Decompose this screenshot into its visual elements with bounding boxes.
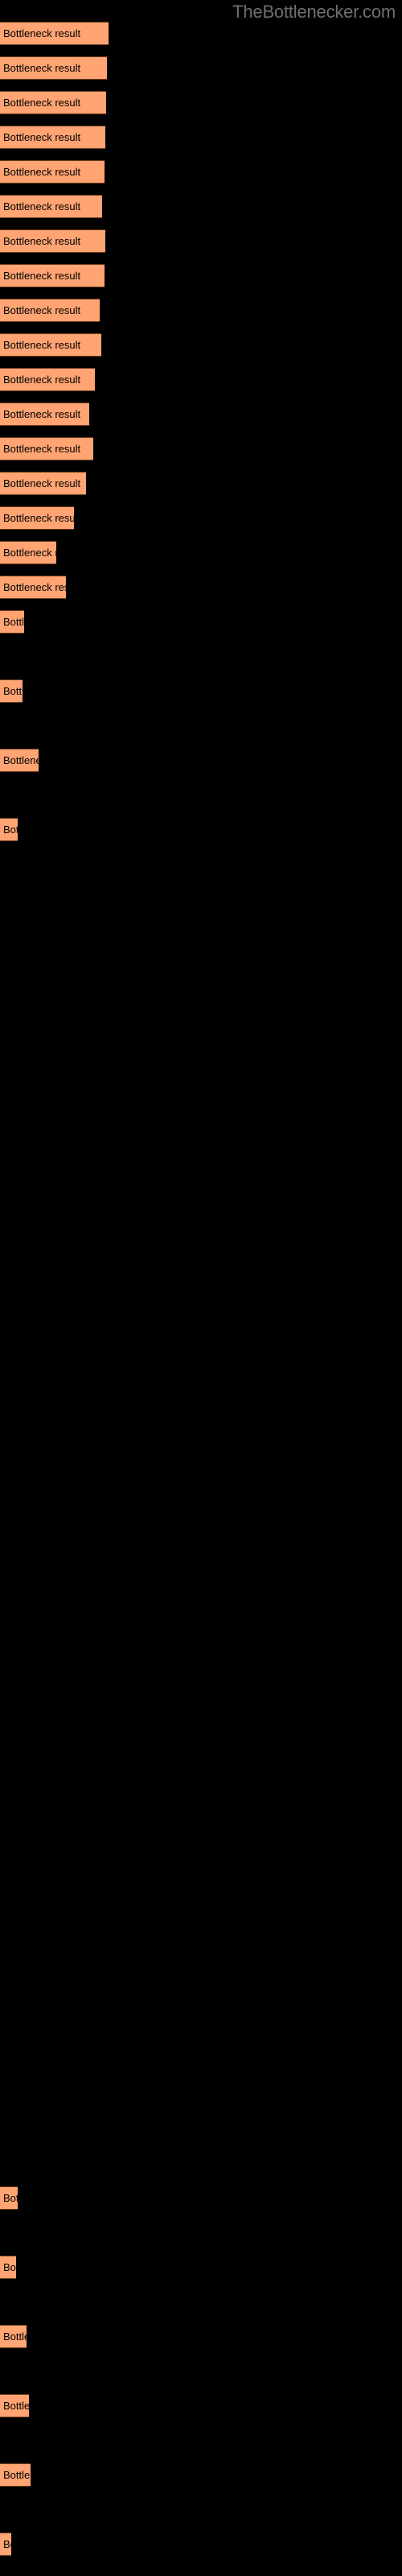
bar-item: Bottleneck result bbox=[0, 818, 18, 841]
bar-item: Bottleneck result bbox=[0, 541, 56, 564]
bar-label: Bottleneck result bbox=[3, 270, 81, 282]
bar-label: Bottleneck result bbox=[3, 2538, 11, 2550]
bar-label: Bottleneck result bbox=[3, 685, 23, 697]
bar-item: Bottleneck result bbox=[0, 56, 107, 80]
bar-series-layer: Bottleneck result Bottleneck result Bottle… bbox=[0, 0, 402, 2576]
bar-label: Bottleneck result bbox=[3, 581, 66, 593]
bar-item: Bottleneck result bbox=[0, 402, 89, 426]
bar-label: Bottleneck result bbox=[3, 824, 18, 836]
bar-item: Bottleneck result bbox=[0, 22, 109, 45]
bar-label: Bottleneck result bbox=[3, 166, 81, 178]
bar-item: Bottleneck result bbox=[0, 126, 105, 149]
bar-label: Bottleneck result bbox=[3, 27, 81, 39]
bar-item: Bottleneck result bbox=[0, 2533, 11, 2556]
bar-item: Bottleneck result bbox=[0, 576, 66, 599]
bar-label: Bottleneck result bbox=[3, 616, 24, 628]
bar-label: Bottleneck result bbox=[3, 754, 39, 766]
bar-label: Bottleneck result bbox=[3, 2400, 29, 2412]
bar-item: Bottleneck result bbox=[0, 610, 24, 634]
bar-label: Bottleneck result bbox=[3, 235, 81, 247]
bar-item: Bottleneck result bbox=[0, 2463, 31, 2487]
bar-label: Bottleneck result bbox=[3, 200, 81, 213]
bar-item: Bottleneck result bbox=[0, 2186, 18, 2210]
bar-item: Bottleneck result bbox=[0, 229, 105, 253]
bar-label: Bottleneck result bbox=[3, 547, 56, 559]
bar-label: Bottleneck result bbox=[3, 304, 81, 316]
bar-item: Bottleneck result bbox=[0, 91, 106, 114]
bar-item: Bottleneck result bbox=[0, 472, 86, 495]
bar-item: Bottleneck result bbox=[0, 506, 74, 530]
bar-item: Bottleneck result bbox=[0, 299, 100, 322]
bar-label: Bottleneck result bbox=[3, 339, 81, 351]
bar-label: Bottleneck result bbox=[3, 408, 81, 420]
bar-label: Bottleneck result bbox=[3, 131, 81, 143]
bar-item: Bottleneck result bbox=[0, 2325, 27, 2348]
bar-label: Bottleneck result bbox=[3, 2192, 18, 2204]
bar-item: Bottleneck result bbox=[0, 160, 105, 184]
bar-item: Bottleneck result bbox=[0, 437, 93, 460]
bar-item: Bottleneck result bbox=[0, 368, 95, 391]
bar-item: Bottleneck result bbox=[0, 195, 102, 218]
bar-label: Bottleneck result bbox=[3, 97, 81, 109]
bar-label: Bottleneck result bbox=[3, 374, 81, 386]
bottleneck-bar-chart: TheBottlenecker.com Bottleneck result Bot… bbox=[0, 0, 402, 2576]
bar-item: Bottleneck result bbox=[0, 333, 101, 357]
bar-item: Bottleneck result bbox=[0, 749, 39, 772]
bar-item: Bottleneck result bbox=[0, 679, 23, 703]
bar-label: Bottleneck result bbox=[3, 2330, 27, 2343]
bar-label: Bottleneck result bbox=[3, 2469, 31, 2481]
bar-item: Bottleneck result bbox=[0, 2256, 16, 2279]
bar-label: Bottleneck result bbox=[3, 62, 81, 74]
bar-label: Bottleneck result bbox=[3, 2261, 16, 2273]
bar-item: Bottleneck result bbox=[0, 2394, 29, 2417]
bar-label: Bottleneck result bbox=[3, 512, 74, 524]
bar-label: Bottleneck result bbox=[3, 477, 81, 489]
bar-label: Bottleneck result bbox=[3, 443, 81, 455]
bar-item: Bottleneck result bbox=[0, 264, 105, 287]
